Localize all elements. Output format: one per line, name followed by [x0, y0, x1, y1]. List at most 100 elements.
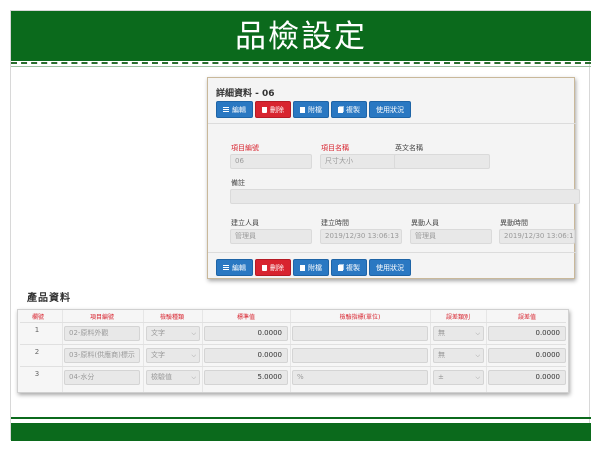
- edit-button-bottom[interactable]: 編輯: [216, 259, 253, 276]
- err-type-select[interactable]: ± ⌵: [433, 370, 484, 385]
- type-select[interactable]: 文字 ⌵: [146, 326, 200, 341]
- chevron-down-icon: ⌵: [191, 330, 196, 337]
- attach-button[interactable]: 附檔: [293, 101, 329, 118]
- err-type-value: 無: [438, 329, 445, 337]
- creator-label: 建立人員: [231, 219, 259, 227]
- panel-divider-bottom: [208, 252, 576, 253]
- copy-button[interactable]: 複製: [331, 101, 367, 118]
- edit-button[interactable]: 編輯: [216, 101, 253, 118]
- usage-status-button[interactable]: 使用狀況: [369, 101, 411, 118]
- slide: 品檢設定 詳細資料 - 06 編輯 刪除 附檔 複製 使用狀況 項目編號 06 …: [10, 10, 591, 441]
- copy-icon: [338, 264, 343, 271]
- err-type-select[interactable]: 無 ⌵: [433, 348, 484, 363]
- std-value-cell[interactable]: 0.0000: [204, 326, 288, 341]
- attach-button-label: 附檔: [308, 263, 322, 272]
- col-header-type: 檢驗種類: [159, 314, 184, 321]
- item-cell[interactable]: 02-原料外觀: [64, 326, 140, 341]
- err-value-cell[interactable]: 0.0000: [488, 326, 566, 341]
- usage-status-button-bottom[interactable]: 使用狀況: [369, 259, 411, 276]
- err-value-cell[interactable]: 0.0000: [488, 370, 566, 385]
- detail-toolbar-bottom: 編輯 刪除 附檔 複製 使用狀況: [216, 259, 411, 276]
- item-name-label: 項目名稱: [321, 144, 349, 152]
- type-select[interactable]: 文字 ⌵: [146, 348, 200, 363]
- row-divider: [20, 366, 566, 367]
- item-name-field[interactable]: 尺寸大小: [320, 154, 402, 169]
- trash-icon: [262, 106, 267, 113]
- edit-button-label: 編輯: [232, 105, 246, 114]
- copy-icon: [338, 106, 343, 113]
- modifier-label: 異動人員: [411, 219, 439, 227]
- list-icon: [223, 264, 229, 271]
- col-header-unit: 檢驗指標(單位): [339, 314, 381, 321]
- header-divider-thin: [11, 66, 591, 67]
- edit-button-label: 編輯: [232, 263, 246, 272]
- modified-at-label: 異動時間: [500, 219, 528, 227]
- product-section-title: 產品資料: [27, 293, 71, 304]
- file-icon: [300, 264, 305, 271]
- attach-button-bottom[interactable]: 附檔: [293, 259, 329, 276]
- remark-field[interactable]: [230, 189, 580, 204]
- panel-divider: [208, 123, 576, 124]
- err-type-value: ±: [438, 373, 444, 381]
- file-icon: [300, 106, 305, 113]
- chevron-down-icon: ⌵: [191, 374, 196, 381]
- row-number: 2: [34, 348, 40, 356]
- err-value-cell[interactable]: 0.0000: [488, 348, 566, 363]
- item-no-field[interactable]: 06: [230, 154, 312, 169]
- type-value: 文字: [151, 351, 165, 359]
- row-number: 3: [34, 370, 40, 378]
- usage-status-label: 使用狀況: [376, 105, 404, 114]
- chevron-down-icon: ⌵: [475, 374, 480, 381]
- unit-cell[interactable]: %: [292, 370, 428, 385]
- delete-button-label: 刪除: [270, 263, 284, 272]
- en-name-field[interactable]: [394, 154, 490, 169]
- delete-button-bottom[interactable]: 刪除: [255, 259, 291, 276]
- delete-button[interactable]: 刪除: [255, 101, 291, 118]
- col-header-no: 欄號: [31, 314, 44, 321]
- err-type-value: 無: [438, 351, 445, 359]
- created-at-label: 建立時間: [321, 219, 349, 227]
- std-value-cell[interactable]: 0.0000: [204, 348, 288, 363]
- chevron-down-icon: ⌵: [475, 330, 480, 337]
- usage-status-label: 使用狀況: [376, 263, 404, 272]
- row-divider: [20, 344, 566, 345]
- item-cell[interactable]: 03-原料(供應商)標示: [64, 348, 140, 363]
- item-cell[interactable]: 04-水分: [64, 370, 140, 385]
- footer-divider: [11, 417, 591, 419]
- attach-button-label: 附檔: [308, 105, 322, 114]
- product-table: 欄號 項目編號 檢驗種類 標準值 檢驗指標(單位) 誤差類別 誤差值 1 02-…: [17, 309, 569, 393]
- delete-button-label: 刪除: [270, 105, 284, 114]
- unit-cell[interactable]: [292, 326, 428, 341]
- copy-button-label: 複製: [346, 105, 360, 114]
- footer-bar: [11, 423, 591, 441]
- trash-icon: [262, 264, 267, 271]
- created-at-field[interactable]: 2019/12/30 13:06:13: [320, 229, 402, 244]
- err-type-select[interactable]: 無 ⌵: [433, 326, 484, 341]
- chevron-down-icon: ⌵: [475, 352, 480, 359]
- type-select[interactable]: 檢驗值 ⌵: [146, 370, 200, 385]
- col-header-err-type: 誤差類別: [445, 314, 470, 321]
- type-value: 檢驗值: [151, 373, 172, 381]
- copy-button-bottom[interactable]: 複製: [331, 259, 367, 276]
- col-header-err: 誤差值: [517, 314, 536, 321]
- unit-cell[interactable]: [292, 348, 428, 363]
- detail-toolbar-top: 編輯 刪除 附檔 複製 使用狀況: [216, 101, 411, 118]
- creator-field[interactable]: 管理員: [230, 229, 312, 244]
- chevron-down-icon: ⌵: [191, 352, 196, 359]
- detail-title: 詳細資料 - 06: [216, 89, 275, 99]
- col-header-item: 項目編號: [89, 314, 114, 321]
- modified-at-field[interactable]: 2019/12/30 13:06:13: [499, 229, 575, 244]
- en-name-label: 英文名稱: [395, 144, 423, 152]
- modifier-field[interactable]: 管理員: [410, 229, 492, 244]
- detail-panel: 詳細資料 - 06 編輯 刪除 附檔 複製 使用狀況 項目編號 06 項目名稱 …: [207, 77, 580, 279]
- row-divider: [20, 322, 566, 323]
- header-divider: [11, 62, 591, 64]
- row-number: 1: [34, 326, 40, 334]
- list-icon: [223, 106, 229, 113]
- remark-label: 備註: [231, 179, 245, 187]
- item-no-label: 項目編號: [231, 144, 259, 152]
- std-value-cell[interactable]: 5.0000: [204, 370, 288, 385]
- copy-button-label: 複製: [346, 263, 360, 272]
- page-title: 品檢設定: [235, 19, 367, 55]
- col-header-std: 標準值: [236, 314, 255, 321]
